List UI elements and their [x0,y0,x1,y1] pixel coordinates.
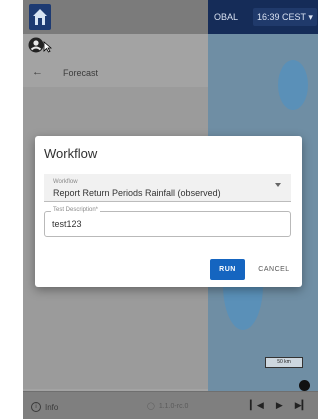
map-scale: 50 km [265,357,303,368]
workflow-select-value: Report Return Periods Rainfall (observed… [53,188,221,198]
skip-next-icon[interactable]: ▶▎ [295,400,309,411]
region-label[interactable]: OBAL [214,12,238,22]
dropdown-arrow-icon [275,183,281,187]
skip-previous-icon[interactable]: ▎◀ [250,400,264,411]
bottom-bar: i Info ◯ 1.1.0-rc.0 ▎◀ ▶ ▶▎ [23,391,318,419]
time-selector[interactable]: 16:39 CEST ▾ [253,8,317,26]
chevron-down-icon: ▾ [308,12,313,22]
description-field: Test Description* [44,207,291,237]
info-button[interactable]: i Info [31,402,58,412]
workflow-select[interactable]: Workflow Report Return Periods Rainfall … [44,174,291,202]
house-logo-icon[interactable] [29,4,51,30]
time-player: ▎◀ ▶ ▶▎ [250,400,309,411]
app-window: 50 km OBAL 16:39 CEST ▾ ← Forecast i Inf… [23,0,318,419]
map-marker[interactable] [299,380,310,391]
dialog-title: Workflow [44,146,98,161]
time-value: 16:39 CEST [257,12,306,22]
cancel-button[interactable]: CANCEL [253,259,295,280]
info-icon: i [31,402,41,412]
forecast-header: ← Forecast [23,60,208,86]
map-rain-area [278,60,308,110]
mouse-cursor-icon [43,40,53,58]
version-label: ◯ 1.1.0-rc.0 [147,402,189,411]
info-label: Info [45,402,59,412]
tag-icon: ◯ [147,403,155,410]
arrow-left-icon[interactable]: ← [32,66,43,78]
description-input[interactable] [52,218,252,230]
play-icon[interactable]: ▶ [276,400,283,411]
version-text: 1.1.0-rc.0 [158,402,189,410]
run-button[interactable]: RUN [210,259,245,280]
workflow-dialog: Workflow Workflow Report Return Periods … [35,136,302,287]
panel-title: Forecast [63,68,99,78]
account-circle-icon[interactable] [28,37,44,53]
logo-bar [23,0,208,34]
top-bar: OBAL 16:39 CEST ▾ [208,0,318,34]
workflow-select-label: Workflow [53,179,78,185]
description-label: Test Description* [51,207,101,213]
